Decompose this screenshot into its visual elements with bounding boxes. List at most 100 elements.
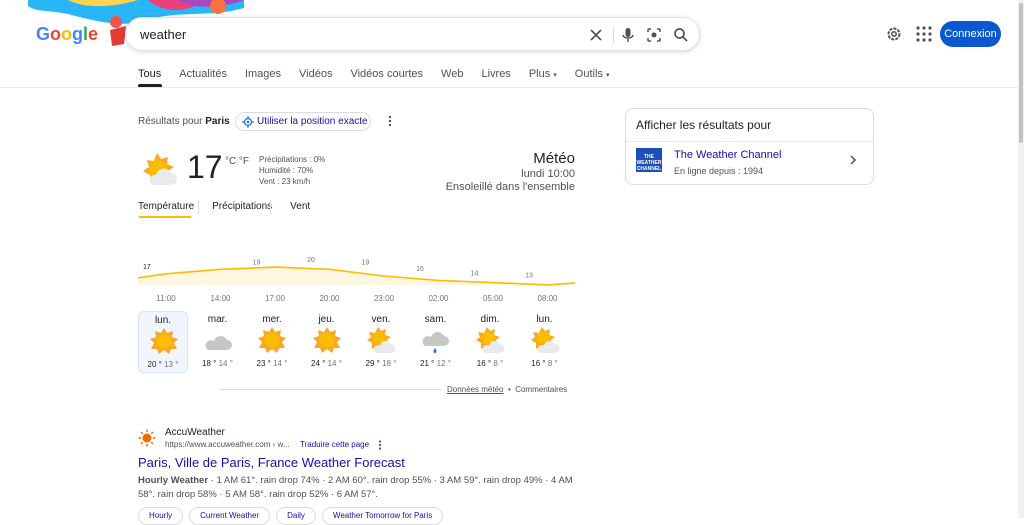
partly-sunny-icon	[143, 153, 177, 185]
weather-channel-link[interactable]: The Weather Channel	[674, 149, 781, 161]
forecast-low: 14 °	[218, 359, 233, 368]
weather-data-link[interactable]: Données météo	[447, 385, 503, 394]
search-input[interactable]: weather	[140, 27, 186, 42]
forecast-temps: 23 ° 14 °	[247, 359, 297, 368]
tab-more-label: Plus	[528, 68, 551, 80]
settings-gear-icon[interactable]	[884, 24, 904, 44]
unit-fahrenheit[interactable]: °F	[239, 156, 249, 167]
forecast-day[interactable]: lun. 16 ° 8 °	[520, 311, 570, 373]
more-options-icon[interactable]	[385, 114, 395, 128]
chart-value-label: 13	[525, 273, 533, 280]
tab-news[interactable]: Actualités	[179, 68, 227, 86]
weather-channel-subtitle: En ligne depuis : 1994	[674, 166, 764, 176]
result-site-name[interactable]: AccuWeather	[165, 427, 225, 438]
forecast-high: 20 °	[147, 360, 162, 369]
chart-time-label: 02:00	[428, 294, 449, 303]
weather-tab-precipitation[interactable]: Précipitations	[212, 201, 282, 212]
sun-icon	[150, 328, 178, 354]
partly-sunny-icon	[530, 327, 559, 353]
chip-current-weather[interactable]: Current Weather	[189, 507, 271, 525]
weather-tab-wind[interactable]: Vent	[290, 201, 320, 212]
lens-icon[interactable]	[644, 25, 664, 45]
clear-icon[interactable]	[586, 25, 606, 45]
snippet-bold: Hourly Weather	[138, 475, 209, 486]
forecast-day[interactable]: sam. 21 ° 12 °	[411, 311, 461, 373]
see-results-for-panel: Afficher les résultats pour THE WEATHER …	[625, 108, 874, 185]
forecast-temps: 24 ° 14 °	[302, 359, 352, 368]
forecast-low: 8 °	[493, 359, 504, 368]
tab-tools-label: Outils	[574, 68, 603, 80]
weather-tab-separator	[198, 201, 199, 214]
feedback-link[interactable]: Commentaires	[515, 385, 567, 394]
chart-value-label: 17	[143, 264, 151, 271]
sun-icon	[312, 327, 341, 353]
chip-hourly[interactable]: Hourly	[138, 507, 184, 525]
tab-images[interactable]: Images	[245, 68, 281, 86]
forecast-day[interactable]: mer. 23 ° 14 °	[247, 311, 297, 373]
use-precise-location-label: Utiliser la position exacte	[257, 116, 368, 127]
tab-web[interactable]: Web	[441, 68, 463, 86]
search-box[interactable]: weather	[125, 17, 700, 51]
forecast-low: 14 °	[327, 359, 342, 368]
search-tabs: Tous Actualités Images Vidéos Vidéos cou…	[138, 68, 628, 86]
google-apps-icon[interactable]	[914, 24, 934, 44]
tab-books[interactable]: Livres	[481, 68, 510, 86]
chart-area	[138, 267, 575, 285]
chart-value-label: 19	[253, 259, 261, 266]
forecast-temps: 29 ° 18 °	[356, 359, 406, 368]
current-temperature: 17	[187, 149, 223, 185]
forecast-day[interactable]: ven. 29 ° 18 °	[356, 311, 406, 373]
forecast-day[interactable]: dim. 16 ° 8 °	[465, 311, 515, 373]
chart-value-label: 20	[307, 257, 315, 264]
partly-sunny-icon	[476, 327, 505, 353]
temperature-units: °C|°F	[225, 156, 249, 167]
signin-button[interactable]: Connexion	[940, 21, 1001, 47]
forecast-day-name: sam.	[424, 314, 447, 325]
forecast-day-name: dim.	[480, 314, 500, 325]
forecast-high: 21 °	[420, 359, 435, 368]
forecast-day[interactable]: jeu. 24 ° 14 °	[302, 311, 352, 373]
forecast-high: 16 °	[531, 359, 546, 368]
unit-celsius[interactable]: °C	[225, 156, 236, 167]
side-panel-divider	[626, 141, 873, 142]
result-title-link[interactable]: Paris, Ville de Paris, France Weather Fo…	[138, 455, 405, 470]
cloud-icon	[205, 336, 232, 350]
forecast-high: 29 °	[365, 359, 380, 368]
tab-more[interactable]: Plus ▾	[529, 68, 557, 86]
translate-link[interactable]: Traduire cette page	[300, 440, 369, 449]
tab-short-videos[interactable]: Vidéos courtes	[350, 68, 423, 86]
forecast-low: 14 °	[273, 359, 288, 368]
chip-daily[interactable]: Daily	[276, 507, 316, 525]
scrollbar-thumb[interactable]	[1019, 3, 1023, 143]
result-options-icon[interactable]	[376, 439, 384, 451]
microphone-icon[interactable]	[618, 25, 638, 45]
use-precise-location-button[interactable]: Utiliser la position exacte	[235, 112, 371, 131]
tab-videos[interactable]: Vidéos	[299, 68, 332, 86]
forecast-high: 18 °	[202, 359, 217, 368]
temperature-chart[interactable]: 1719201916141312 11:0014:0017:0020:0023:…	[138, 240, 575, 310]
chip-weather-tomorrow[interactable]: Weather Tomorrow for Paris	[321, 507, 444, 525]
chevron-right-icon[interactable]	[848, 154, 858, 166]
forecast-temps: 18 ° 14 °	[193, 359, 243, 368]
forecast-day[interactable]: mar. 18 ° 14 °	[193, 311, 243, 373]
snippet-line-2: 58°. rain drop 58% · 5 AM 58°. rain drop…	[138, 489, 379, 500]
weather-footer: Données météo • Commentaires	[447, 385, 567, 394]
weather-details: Précipitations : 0% Humidité : 70% Vent …	[259, 154, 325, 187]
crosshair-icon	[242, 116, 254, 128]
forecast-low: 18 °	[382, 359, 397, 368]
weather-tabs: Température Précipitations Vent	[138, 201, 328, 212]
forecast-low: 8 °	[547, 359, 558, 368]
tab-tools[interactable]: Outils ▾	[575, 68, 610, 86]
chart-value-label: 16	[416, 266, 424, 273]
forecast-day-name: jeu.	[318, 314, 335, 325]
result-chips: Hourly Current Weather Daily Weather Tom…	[138, 507, 449, 525]
forecast-temps: 20 ° 13 °	[139, 360, 187, 369]
forecast-day[interactable]: lun. 20 ° 13 °	[138, 311, 188, 373]
forecast-day-name: mer.	[262, 314, 282, 325]
result-url[interactable]: https://www.accuweather.com › w...	[165, 440, 290, 449]
footer-dot: •	[507, 385, 511, 394]
forecast-day-name: lun.	[154, 315, 172, 326]
search-icon[interactable]	[671, 25, 691, 45]
weather-tab-temperature[interactable]: Température	[138, 201, 204, 212]
weather-tab-indicator	[139, 216, 191, 218]
